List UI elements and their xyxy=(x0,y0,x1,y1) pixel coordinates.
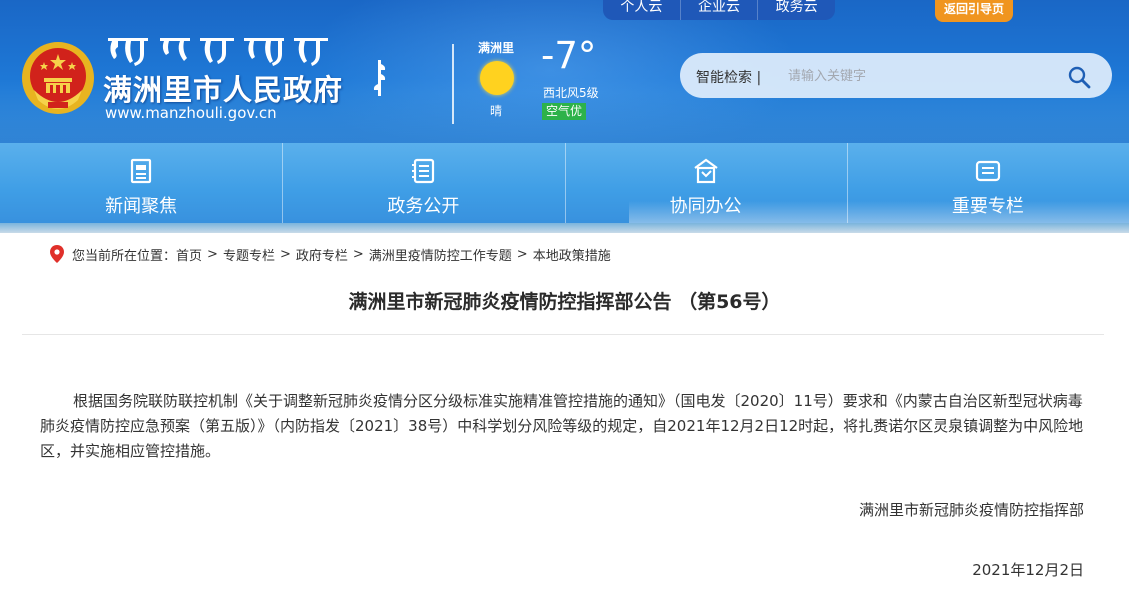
title-divider xyxy=(22,334,1104,335)
breadcrumb-home[interactable]: 首页 xyxy=(176,245,202,264)
article-body: 根据国务院联防联控机制《关于调整新冠肺炎疫情分区分级标准实施精准管控措施的通知》… xyxy=(40,392,1084,460)
nav-label-gov-affairs: 政务公开 xyxy=(387,196,460,217)
search-input[interactable] xyxy=(788,64,1048,88)
main-nav: 新闻聚焦 政务公开 协同办公 重要专栏 xyxy=(0,143,1129,223)
tab-enterprise-cloud[interactable]: 企业云 xyxy=(679,0,758,20)
mongolian-vertical-script xyxy=(373,60,386,96)
sunny-icon xyxy=(480,61,514,95)
column-icon xyxy=(975,160,1000,182)
nav-item-gov-affairs[interactable]: 政务公开 xyxy=(282,143,564,223)
page: 满洲里市人民政府 www.manzhouli.gov.cn 满洲里 晴 -7° … xyxy=(0,0,1129,592)
weather-condition: 晴 xyxy=(490,104,503,118)
article-title: 满洲里市新冠肺炎疫情防控指挥部公告 （第56号） xyxy=(348,291,781,313)
breadcrumb-prefix: 您当前所在位置： xyxy=(72,248,177,264)
return-guide-button[interactable]: 返回引导页 xyxy=(935,0,1013,22)
breadcrumb-separator: > xyxy=(352,246,364,262)
location-pin-icon xyxy=(50,245,64,263)
nav-item-office[interactable]: 协同办公 xyxy=(564,143,847,223)
banner-strip xyxy=(0,223,1129,233)
article-signature: 满洲里市新冠肺炎疫情防控指挥部 xyxy=(858,501,1084,519)
breadcrumb-separator: > xyxy=(207,246,218,262)
tab-government-cloud[interactable]: 政务云 xyxy=(757,0,835,20)
weather-temperature: -7° xyxy=(541,34,597,77)
breadcrumb-gov-column[interactable]: 政府专栏 xyxy=(296,245,348,264)
search-box: 智能检索 | xyxy=(680,53,1112,98)
nav-label-office: 协同办公 xyxy=(669,196,742,217)
site-title[interactable]: 满洲里市人民政府 xyxy=(103,67,343,109)
nav-label-news: 新闻聚焦 xyxy=(105,196,178,217)
breadcrumb-local-policy[interactable]: 本地政策措施 xyxy=(533,245,611,264)
site-header: 满洲里市人民政府 www.manzhouli.gov.cn 满洲里 晴 -7° … xyxy=(0,0,1129,143)
national-emblem-logo[interactable] xyxy=(20,40,96,116)
breadcrumb: 您当前所在位置： 首页 > 专题专栏 > 政府专栏 > 满洲里疫情防控工作专题 … xyxy=(50,244,611,264)
weather-city: 满洲里 xyxy=(478,41,515,55)
top-cloud-tabs: 个人云 企业云 政务云 xyxy=(603,0,835,20)
breadcrumb-special-topics[interactable]: 专题专栏 xyxy=(223,245,275,264)
mongolian-script-title xyxy=(108,38,328,66)
search-label: 智能检索 | xyxy=(696,70,762,86)
office-icon xyxy=(693,158,718,184)
air-quality-badge: 空气优 xyxy=(542,103,587,120)
nav-item-news[interactable]: 新闻聚焦 xyxy=(0,143,282,223)
nav-item-columns[interactable]: 重要专栏 xyxy=(846,143,1129,223)
nav-label-columns: 重要专栏 xyxy=(951,196,1024,217)
breadcrumb-separator: > xyxy=(516,246,528,262)
tab-personal-cloud[interactable]: 个人云 xyxy=(603,0,680,20)
news-icon xyxy=(131,158,152,184)
breadcrumb-epidemic-topic[interactable]: 满洲里疫情防控工作专题 xyxy=(369,245,512,264)
search-icon[interactable] xyxy=(1067,65,1091,89)
weather-wind: 西北风5级 xyxy=(543,86,599,100)
article-date: 2021年12月2日 xyxy=(972,561,1084,579)
breadcrumb-separator: > xyxy=(279,246,291,262)
site-url: www.manzhouli.gov.cn xyxy=(105,104,277,122)
header-divider xyxy=(452,44,454,124)
list-icon xyxy=(412,158,435,184)
